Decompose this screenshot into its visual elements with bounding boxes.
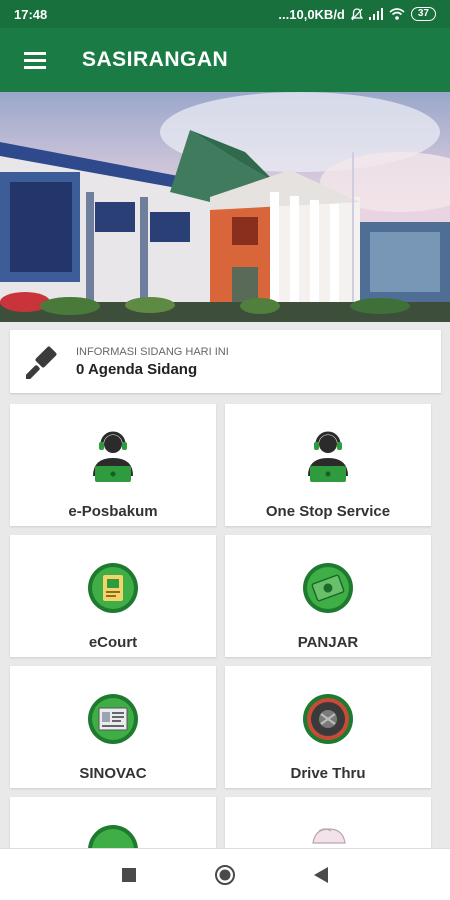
menu-tile-label: e-Posbakum — [68, 503, 158, 520]
status-bar: 17:48 ...10,0KB/d 37 — [0, 0, 450, 28]
system-navigation-bar — [0, 848, 450, 900]
menu-tile-eposbakum[interactable]: e-Posbakum — [10, 404, 216, 526]
ecourt-icon — [85, 560, 141, 616]
court-schedule-label: INFORMASI SIDANG HARI INI — [76, 345, 229, 358]
battery-indicator: 37 — [410, 7, 436, 21]
app-title: SASIRANGAN — [82, 48, 229, 71]
signal-icon — [368, 8, 383, 20]
money-icon — [300, 560, 356, 616]
menu-tile-label: SINOVAC — [79, 765, 147, 782]
mute-icon — [350, 7, 363, 20]
back-button[interactable] — [273, 849, 369, 900]
support-agent-icon — [85, 429, 141, 485]
menu-tile-label: Drive Thru — [290, 765, 366, 782]
menu-tile-ecourt[interactable]: eCourt — [10, 535, 216, 657]
menu-tile-label: One Stop Service — [265, 503, 391, 520]
menu-tile-label: PANJAR — [297, 634, 359, 651]
network-speed: ...10,0KB/d — [278, 6, 345, 22]
recent-apps-button[interactable] — [81, 849, 177, 900]
back-triangle-icon — [314, 866, 328, 883]
wifi-icon — [389, 8, 405, 20]
support-agent-icon — [300, 429, 356, 485]
court-schedule-value: 0 Agenda Sidang — [76, 360, 198, 378]
menu-tile-sinovac[interactable]: SINOVAC — [10, 666, 216, 788]
square-icon — [122, 867, 136, 882]
drive-thru-icon — [300, 691, 356, 747]
court-schedule-card[interactable]: INFORMASI SIDANG HARI INI 0 Agenda Sidan… — [10, 330, 441, 393]
hamburger-menu-icon[interactable] — [0, 28, 70, 92]
home-button[interactable] — [177, 849, 273, 900]
menu-tile-drive-thru[interactable]: Drive Thru — [225, 666, 431, 788]
menu-tile-panjar[interactable]: PANJAR — [225, 535, 431, 657]
menu-tile-one-stop-service[interactable]: One Stop Service — [225, 404, 431, 526]
document-icon — [85, 691, 141, 747]
gavel-icon — [10, 330, 76, 393]
status-icons: ...10,0KB/d 37 — [278, 7, 436, 22]
status-time: 17:48 — [14, 6, 48, 22]
hero-image — [0, 92, 450, 322]
menu-tile-label: eCourt — [88, 634, 138, 651]
circle-icon — [215, 864, 235, 885]
app-bar: SASIRANGAN — [0, 28, 450, 92]
